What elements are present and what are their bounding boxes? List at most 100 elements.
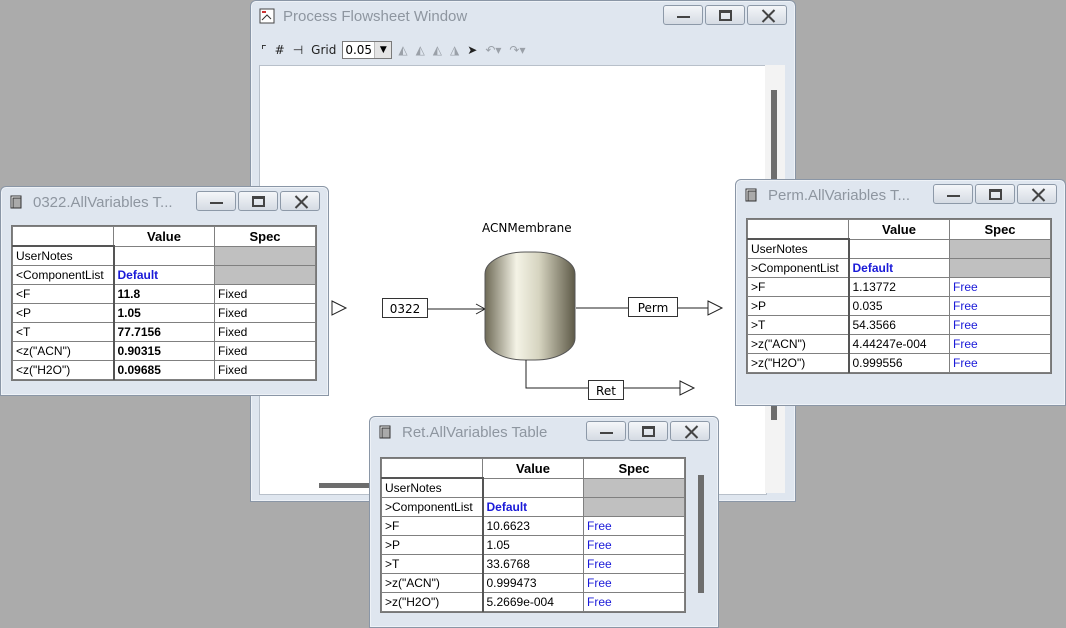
row-name: >P [747, 296, 850, 316]
row-value[interactable]: 0.999473 [482, 573, 584, 593]
align-top-icon[interactable]: ◮ [448, 43, 461, 57]
table-0322-titlebar[interactable]: 0322.AllVariables T... [1, 187, 328, 217]
row-value[interactable] [848, 238, 950, 259]
minimize-button[interactable] [586, 421, 626, 441]
corner-tool-icon[interactable]: ⌜ [259, 43, 269, 57]
scroll-thumb[interactable] [698, 475, 704, 593]
row-value[interactable]: 5.2669e-004 [482, 592, 584, 612]
table-row[interactable]: <z("H2O") 0.09685 Fixed [12, 360, 316, 380]
row-name: >ComponentList [747, 258, 850, 278]
row-spec[interactable]: Free [583, 516, 685, 536]
align-center-icon[interactable]: ◭ [414, 43, 427, 57]
table-row[interactable]: >T 33.6768 Free [381, 554, 685, 574]
table-row[interactable]: >z("H2O") 0.999556 Free [747, 353, 1051, 373]
grid-size-select[interactable]: 0.05 ▼ [342, 41, 393, 59]
table-row[interactable]: <z("ACN") 0.90315 Fixed [12, 341, 316, 361]
row-value[interactable]: 77.7156 [113, 322, 215, 342]
align-left-icon[interactable]: ◭ [396, 43, 409, 57]
table-row[interactable]: >P 0.035 Free [747, 296, 1051, 316]
table-row[interactable]: <F 11.8 Fixed [12, 284, 316, 304]
table-row[interactable]: >ComponentList Default [381, 497, 685, 517]
close-button[interactable] [1017, 184, 1057, 204]
row-spec[interactable]: Free [583, 535, 685, 555]
table-row[interactable]: >ComponentList Default [747, 258, 1051, 278]
row-value[interactable]: 10.6623 [482, 516, 584, 536]
row-value[interactable]: 1.05 [482, 535, 584, 555]
table-row[interactable]: >z("H2O") 5.2669e-004 Free [381, 592, 685, 612]
snap-icon[interactable]: ⊣ [291, 43, 305, 57]
row-value[interactable]: 1.13772 [848, 277, 950, 297]
table-window-0322[interactable]: 0322.AllVariables T... Value Spec UserNot… [0, 186, 329, 396]
grid-toggle-icon[interactable]: # [273, 43, 287, 57]
stream-ret-label[interactable]: Ret [588, 380, 624, 400]
stream-perm-label[interactable]: Perm [628, 297, 678, 317]
row-spec[interactable]: Free [583, 554, 685, 574]
row-spec[interactable]: Free [949, 277, 1051, 297]
pointer-icon[interactable]: ➤ [465, 43, 479, 57]
table-row[interactable]: >z("ACN") 4.44247e-004 Free [747, 334, 1051, 354]
table-window-perm[interactable]: Perm.AllVariables T... Value Spec UserNot… [735, 179, 1066, 406]
table-row[interactable]: <ComponentList Default [12, 265, 316, 285]
row-value[interactable]: 33.6768 [482, 554, 584, 574]
minimize-button[interactable] [663, 5, 703, 25]
stream-0322-label[interactable]: 0322 [382, 298, 428, 318]
row-value[interactable]: 4.44247e-004 [848, 334, 950, 354]
row-value[interactable]: Default [482, 497, 584, 517]
row-name: >z("ACN") [381, 573, 484, 593]
row-value[interactable] [113, 245, 215, 266]
row-spec[interactable]: Fixed [214, 322, 316, 342]
horizontal-scroll-thumb[interactable] [319, 483, 369, 488]
undo-icon[interactable]: ↶▾ [483, 43, 503, 57]
row-value[interactable]: 54.3566 [848, 315, 950, 335]
ret-arrow-icon [679, 380, 696, 396]
table-row[interactable]: >F 1.13772 Free [747, 277, 1051, 297]
close-button[interactable] [280, 191, 320, 211]
table-window-ret[interactable]: Ret.AllVariables Table Value Spec UserNot… [369, 416, 719, 628]
row-spec[interactable]: Fixed [214, 360, 316, 380]
row-value[interactable]: 0.90315 [113, 341, 215, 361]
maximize-button[interactable] [975, 184, 1015, 204]
minimize-button[interactable] [196, 191, 236, 211]
minimize-button[interactable] [933, 184, 973, 204]
row-spec[interactable]: Free [949, 353, 1051, 373]
row-value[interactable]: 0.09685 [113, 360, 215, 380]
close-button[interactable] [670, 421, 710, 441]
table-row[interactable]: >T 54.3566 Free [747, 315, 1051, 335]
header-value: Value [848, 219, 950, 240]
row-value[interactable]: 11.8 [113, 284, 215, 304]
row-value[interactable]: 0.999556 [848, 353, 950, 373]
row-spec[interactable]: Free [949, 334, 1051, 354]
table-row[interactable]: UserNotes [747, 238, 1051, 259]
row-spec[interactable]: Fixed [214, 341, 316, 361]
flowsheet-toolbar: ⌜ # ⊣ Grid 0.05 ▼ ◭ ◭ ◭ ◮ ➤ ↶▾ ↷▾ [259, 37, 787, 63]
row-value[interactable] [482, 477, 584, 498]
maximize-button[interactable] [238, 191, 278, 211]
table-row[interactable]: <P 1.05 Fixed [12, 303, 316, 323]
maximize-button[interactable] [628, 421, 668, 441]
table-row[interactable]: >F 10.6623 Free [381, 516, 685, 536]
table-ret-titlebar[interactable]: Ret.AllVariables Table [370, 417, 718, 447]
maximize-button[interactable] [705, 5, 745, 25]
align-right-icon[interactable]: ◭ [431, 43, 444, 57]
grid-label: Grid [311, 43, 337, 57]
table-row[interactable]: UserNotes [381, 477, 685, 498]
row-spec[interactable]: Fixed [214, 284, 316, 304]
flowsheet-titlebar[interactable]: Process Flowsheet Window [251, 1, 795, 31]
redo-icon[interactable]: ↷▾ [507, 43, 527, 57]
table-perm-titlebar[interactable]: Perm.AllVariables T... [736, 180, 1065, 210]
row-spec[interactable]: Free [949, 296, 1051, 316]
table-row[interactable]: <T 77.7156 Fixed [12, 322, 316, 342]
table-row[interactable]: >z("ACN") 0.999473 Free [381, 573, 685, 593]
flowsheet-icon [259, 8, 275, 24]
row-value[interactable]: Default [113, 265, 215, 285]
row-value[interactable]: 1.05 [113, 303, 215, 323]
row-spec[interactable]: Free [583, 573, 685, 593]
close-button[interactable] [747, 5, 787, 25]
row-spec[interactable]: Fixed [214, 303, 316, 323]
table-row[interactable]: UserNotes [12, 245, 316, 266]
row-value[interactable]: 0.035 [848, 296, 950, 316]
table-row[interactable]: >P 1.05 Free [381, 535, 685, 555]
row-spec[interactable]: Free [949, 315, 1051, 335]
row-spec[interactable]: Free [583, 592, 685, 612]
row-value[interactable]: Default [848, 258, 950, 278]
